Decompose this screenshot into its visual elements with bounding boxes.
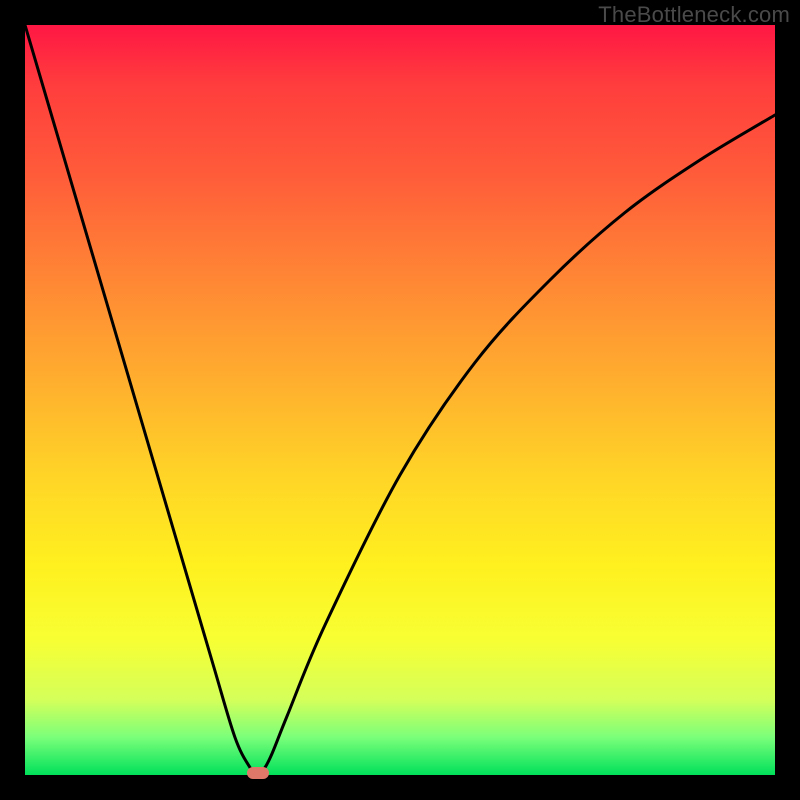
watermark-text: TheBottleneck.com xyxy=(598,2,790,28)
bottleneck-curve xyxy=(25,25,775,775)
optimal-marker xyxy=(247,767,269,779)
chart-plot-area xyxy=(25,25,775,775)
